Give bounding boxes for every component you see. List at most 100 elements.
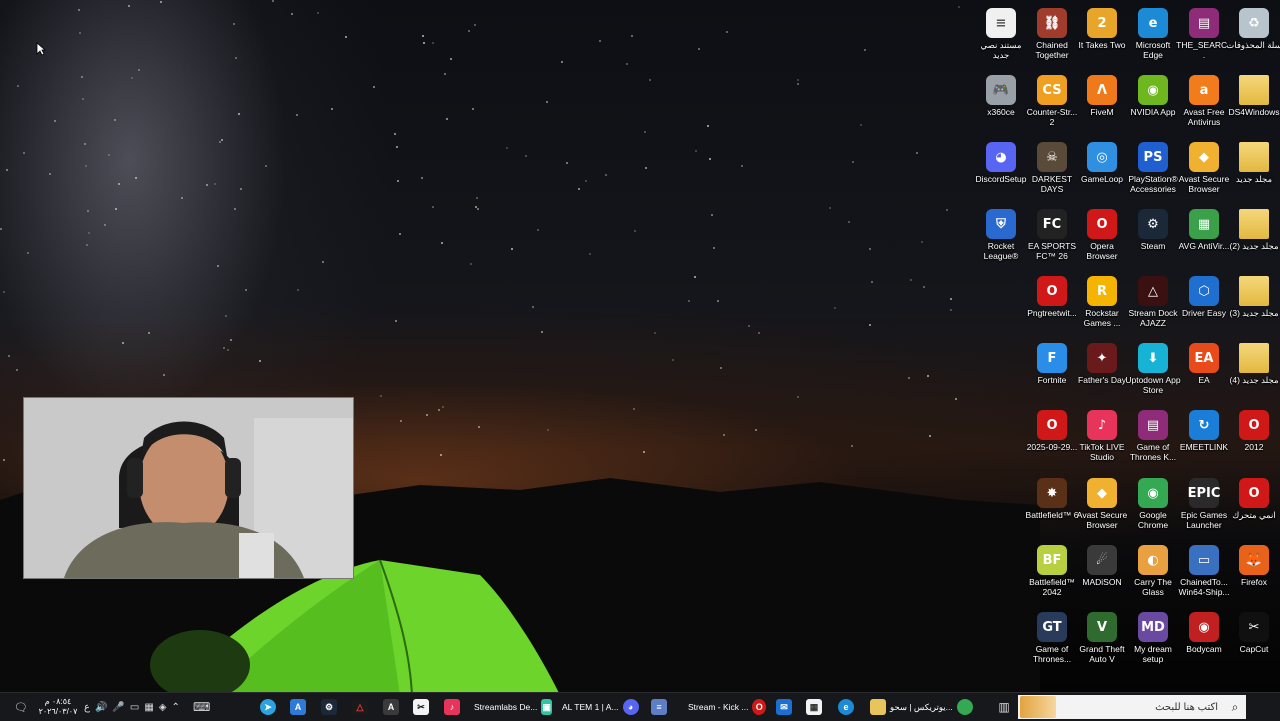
desktop-icon[interactable]: ◉ Google Chrome <box>1129 474 1177 540</box>
desktop-icon[interactable]: ✸ Battlefield™ 6 <box>1026 474 1078 540</box>
desktop-icon[interactable]: ⛨ Rocket League® <box>977 205 1025 271</box>
taskbar-item-discord[interactable]: AL TEM 1 | A... ◕ <box>562 693 644 721</box>
language-indicator[interactable]: ع <box>84 702 90 713</box>
desktop-icon[interactable]: ♻ سلة المحذوفات <box>1226 4 1280 70</box>
desktop-icon[interactable]: ♪ TikTok LIVE Studio <box>1078 406 1126 472</box>
star <box>758 332 760 334</box>
desktop-icon[interactable]: مجلد جديد <box>1230 138 1278 204</box>
taskbar-edge[interactable]: e <box>838 693 856 721</box>
desktop-icon[interactable]: O انمي متحرك <box>1230 474 1278 540</box>
desktop-icon[interactable]: ◉ NVIDIA App <box>1129 71 1177 137</box>
task-view-button[interactable]: ▥ <box>994 693 1014 721</box>
desktop-icon-label: Opera Browser <box>1086 241 1118 261</box>
desktop-icon[interactable]: ◎ GameLoop <box>1078 138 1126 204</box>
star <box>955 398 957 400</box>
desktop-icon[interactable]: 🎮 x360ce <box>977 71 1025 137</box>
taskbar-steam[interactable]: ⚙ <box>321 693 339 721</box>
desktop-icon[interactable]: R Rockstar Games ... <box>1078 272 1126 338</box>
desktop-icon[interactable]: ◉ Bodycam <box>1180 608 1228 674</box>
desktop-icon[interactable]: BF Battlefield™ 2042 <box>1028 541 1076 607</box>
desktop-icon[interactable]: ✦ Father's Day <box>1078 339 1126 405</box>
app-tray-icon[interactable]: ◈ <box>159 702 167 713</box>
desktop-icon[interactable]: ▦ AVG AntiVir... <box>1179 205 1229 271</box>
taskbar-item-opera[interactable]: Stream - Kick ... O <box>688 693 766 721</box>
desktop-icon[interactable]: ⚙ Steam <box>1129 205 1177 271</box>
desktop-icon[interactable]: ◆ Avast Secure Browser <box>1179 138 1229 204</box>
display-icon[interactable]: ▭ <box>130 702 139 713</box>
desktop-icon[interactable]: ▤ Game of Thrones K... <box>1129 406 1177 472</box>
desktop-icon[interactable]: ✂ CapCut <box>1230 608 1278 674</box>
desktop-icon[interactable]: EPIC Epic Games Launcher <box>1180 474 1228 540</box>
desktop-icon[interactable]: O Pngtreetwit... <box>1027 272 1077 338</box>
taskbar-store[interactable]: ▦ <box>806 693 824 721</box>
desktop-icon[interactable]: ↻ EMEETLINK <box>1180 406 1228 472</box>
taskbar-app-store[interactable]: A <box>290 693 308 721</box>
star <box>709 158 711 160</box>
taskbar-item-streamlabs[interactable]: Streamlabs De... ▣ <box>474 693 552 721</box>
desktop-icon[interactable]: FC EA SPORTS FC™ 26 <box>1028 205 1076 271</box>
desktop-icon[interactable]: ◐ Carry The Glass <box>1129 541 1177 607</box>
desktop-icon[interactable]: 2 It Takes Two <box>1078 4 1126 70</box>
rockstar-icon: R <box>1087 276 1117 306</box>
taskbar-mail[interactable]: ✉ <box>776 693 794 721</box>
desktop-icon-label: Pngtreetwit... <box>1027 308 1077 318</box>
desktop-icon[interactable]: O 2012 <box>1230 406 1278 472</box>
desktop-icon[interactable]: مجلد جديد (3) <box>1230 272 1279 338</box>
notifications-icon: 🗨 <box>14 701 28 714</box>
desktop-icon[interactable]: ☄ MADiSON <box>1078 541 1126 607</box>
desktop-icon[interactable]: ◕ DiscordSetup <box>975 138 1027 204</box>
desktop-icon[interactable]: 🦊 Firefox <box>1230 541 1278 607</box>
desktop-icon[interactable]: EA EA <box>1180 339 1228 405</box>
desktop-icon[interactable]: F Fortnite <box>1028 339 1076 405</box>
clock[interactable]: ٠٨:٥٤ م ٢٠٢٦/٠٣/٠٧ <box>36 693 80 721</box>
desktop-icon[interactable]: e Microsoft Edge <box>1129 4 1177 70</box>
desktop-icon[interactable]: ☠ DARKEST DAYS <box>1028 138 1076 204</box>
taskbar-capcut[interactable]: ✂ <box>413 693 431 721</box>
taskbar-stream-dock[interactable]: △ <box>352 693 370 721</box>
desktop-icon[interactable]: ▤ THE_SEARC... <box>1176 4 1232 70</box>
desktop-icon[interactable]: V Grand Theft Auto V <box>1078 608 1126 674</box>
desktop-icon[interactable]: مجلد جديد (2) <box>1230 205 1279 271</box>
desktop-icon[interactable]: O Opera Browser <box>1078 205 1126 271</box>
taskbar-tiktok[interactable]: ♪ <box>444 693 462 721</box>
task-view-icon: ▥ <box>998 700 1010 714</box>
taskbar-file-explorer[interactable] <box>870 693 888 721</box>
taskbar-telegram[interactable]: ➤ <box>260 693 278 721</box>
star <box>506 147 508 149</box>
desktop-icon[interactable]: △ Stream Dock AJAZZ <box>1128 272 1178 338</box>
desktop-icon[interactable]: ⬇ Uptodown App Store <box>1125 339 1181 405</box>
desktop-icon[interactable]: MD My dream setup <box>1129 608 1177 674</box>
desktop-icon[interactable]: ▭ ChainedTo... Win64-Ship... <box>1178 541 1230 607</box>
taskbar-app[interactable]: A <box>383 693 401 721</box>
star <box>946 209 948 211</box>
star <box>234 208 236 210</box>
tiktok-icon: ♪ <box>1087 410 1117 440</box>
desktop-icon[interactable]: PS PlayStation® Accessories <box>1128 138 1178 204</box>
folder-icon <box>1239 142 1269 172</box>
taskbar-notepad[interactable]: ≡ <box>651 693 671 721</box>
star <box>160 1 162 3</box>
desktop-icon[interactable]: a Avast Free Antivirus <box>1180 71 1228 137</box>
volume-icon[interactable]: 🔊 <box>95 702 107 713</box>
touch-keyboard-button[interactable]: ⌨ <box>193 693 213 721</box>
desktop-icon[interactable]: DS4Windows <box>1228 71 1280 137</box>
opera-icon: O <box>1239 410 1269 440</box>
desktop-icon[interactable]: Λ FiveM <box>1078 71 1126 137</box>
desktop-icon[interactable]: ≡ مستند نصي جديد <box>977 4 1025 70</box>
playstation-icon: PS <box>1138 142 1168 172</box>
desktop-icon[interactable]: ◆ Avast Secure Browser <box>1077 474 1127 540</box>
search-box[interactable]: اكتب هنا للبحث ⌕ <box>1018 695 1246 719</box>
desktop-icon-label: AVG AntiVir... <box>1178 241 1230 251</box>
desktop-icon[interactable]: ⬡ Driver Easy <box>1180 272 1228 338</box>
desktop-icon[interactable]: O 2025-09-29... <box>1027 406 1077 472</box>
desktop-icon[interactable]: مجلد جديد (4) <box>1230 339 1279 405</box>
microphone-icon[interactable]: 🎤 <box>112 702 124 713</box>
network-icon[interactable]: ▦ <box>144 702 153 713</box>
desktop-icon[interactable]: ⛓ Chained Together <box>1028 4 1076 70</box>
taskbar-item-chrome[interactable]: يوتريكس | سحو... <box>890 693 990 721</box>
show-hidden-icons-chevron-icon[interactable]: ⌃ <box>171 702 179 713</box>
star <box>322 261 324 263</box>
desktop-icon[interactable]: CS Counter-Str... 2 <box>1027 71 1077 137</box>
desktop-icon[interactable]: GT Game of Thrones... <box>1028 608 1076 674</box>
notifications-button[interactable]: 🗨 <box>14 693 32 721</box>
